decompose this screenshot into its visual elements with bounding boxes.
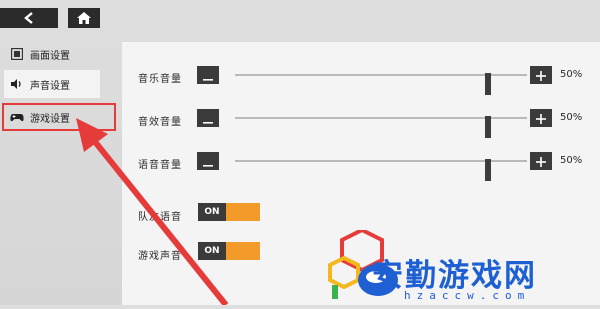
watermark-url: hzaccw.com: [404, 289, 531, 302]
